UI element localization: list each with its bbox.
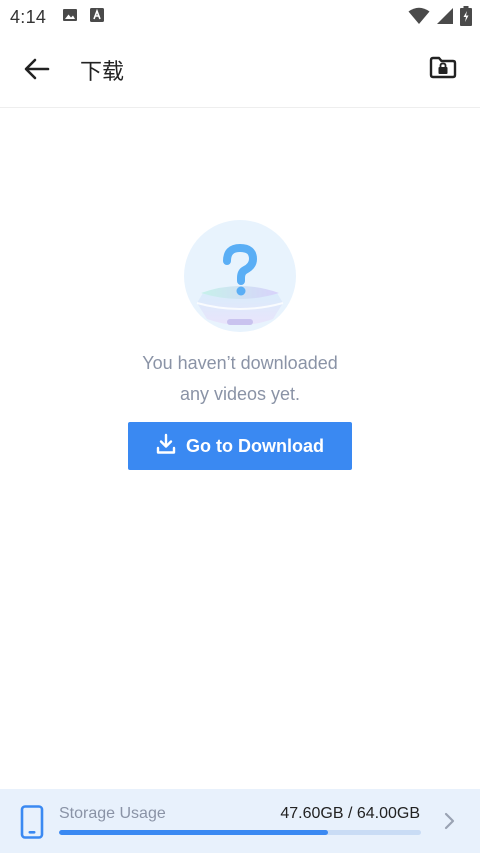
question-box-illustration — [183, 219, 297, 333]
status-left-icons — [62, 7, 105, 28]
phone-icon — [20, 805, 44, 844]
empty-message-line1: You haven’t downloaded — [142, 353, 338, 373]
chevron-right-icon — [444, 811, 456, 836]
wifi-icon — [408, 7, 430, 30]
downloads-screen: 4:14 下载 You haven’t downloaded any video… — [0, 0, 480, 853]
app-bar: 下载 — [0, 34, 480, 108]
status-right-icons — [408, 6, 472, 31]
go-to-download-button[interactable]: Go to Download — [128, 422, 352, 470]
arrow-left-icon — [24, 58, 50, 85]
battery-charging-icon — [460, 6, 472, 31]
storage-value: 47.60GB / 64.00GB — [280, 805, 420, 822]
storage-progress-track — [59, 830, 421, 835]
app-a-icon — [90, 7, 105, 27]
lock-folder-icon — [429, 55, 457, 84]
status-bar: 4:14 — [0, 0, 480, 34]
storage-label: Storage Usage — [59, 805, 166, 822]
storage-progress-fill — [59, 830, 329, 835]
page-title: 下载 — [80, 60, 125, 85]
image-icon — [62, 7, 78, 28]
empty-message: You haven’t downloaded any videos yet. — [0, 348, 480, 410]
storage-usage-bar[interactable]: Storage Usage 47.60GB / 64.00GB — [0, 789, 480, 853]
download-icon — [156, 433, 176, 460]
back-button[interactable] — [22, 56, 52, 86]
status-time: 4:14 — [10, 6, 47, 27]
signal-icon — [436, 7, 454, 30]
private-folder-button[interactable] — [428, 54, 458, 84]
go-to-download-label: Go to Download — [186, 435, 324, 456]
empty-message-line2: any videos yet. — [179, 384, 301, 404]
